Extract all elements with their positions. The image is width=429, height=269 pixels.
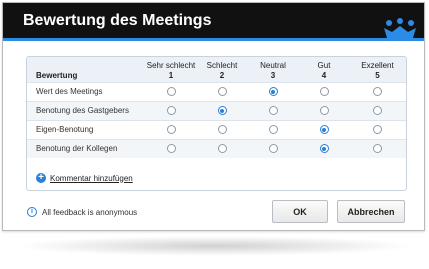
- rating-radio-5[interactable]: [373, 125, 382, 135]
- rating-cell: [349, 82, 406, 101]
- rating-cell: [299, 139, 349, 158]
- row-label: Benotung der Kollegen: [36, 144, 118, 154]
- add-comment-link[interactable]: + Kommentar hinzufügen: [36, 172, 133, 184]
- rating-cell: [299, 101, 349, 120]
- add-comment-label[interactable]: Kommentar hinzufügen: [50, 174, 133, 183]
- rating-cell: [349, 139, 406, 158]
- rating-radio-2[interactable]: [217, 144, 227, 154]
- rating-dialog: Bewertung des Meetings Bewertung Sehr sc…: [2, 2, 425, 231]
- table-row: Benotung des Gastgebers: [27, 101, 406, 120]
- anonymous-note: i All feedback is anonymous: [27, 207, 137, 217]
- rating-cell: [299, 120, 349, 139]
- rating-radio-3[interactable]: [268, 87, 278, 97]
- anonymous-note-text: All feedback is anonymous: [42, 207, 138, 217]
- rating-cell: [197, 120, 247, 139]
- column-header-3: Neutral 3: [260, 60, 286, 80]
- column-header-5: Exzellent 5: [361, 60, 394, 80]
- rating-cell: [145, 82, 197, 101]
- rating-cell: [349, 120, 406, 139]
- column-header-1: Sehr schlecht 1: [146, 60, 196, 80]
- rating-radio-4[interactable]: [319, 125, 329, 135]
- row-label: Wert des Meetings: [36, 87, 103, 96]
- rating-radio-5[interactable]: [373, 87, 382, 97]
- title-bar: Bewertung des Meetings: [3, 3, 424, 41]
- rating-cell: [145, 120, 197, 139]
- table-row: Wert des Meetings: [27, 82, 406, 101]
- rating-radio-5[interactable]: [373, 106, 382, 116]
- rating-radio-1[interactable]: [166, 125, 176, 135]
- rating-radio-3[interactable]: [268, 125, 278, 135]
- row-label: Eigen-Benotung: [36, 125, 94, 134]
- rating-radio-5[interactable]: [373, 144, 382, 154]
- table-row: Eigen-Benotung: [27, 120, 406, 139]
- rating-table: Bewertung Sehr schlecht 1 Schlecht 2 Neutr…: [27, 57, 406, 158]
- column-header-4: Gut 4: [317, 60, 331, 80]
- rating-radio-1[interactable]: [166, 144, 176, 154]
- rating-cell: [197, 82, 247, 101]
- rating-cell: [197, 139, 247, 158]
- dialog-title: Bewertung des Meetings: [23, 12, 212, 29]
- crown-people-logo-icon: [384, 18, 416, 38]
- table-row: Benotung der Kollegen: [27, 139, 406, 158]
- rating-cell: [247, 120, 299, 139]
- column-header-rating: Bewertung: [36, 70, 78, 80]
- rating-radio-1[interactable]: [166, 87, 176, 97]
- rating-cell: [349, 101, 406, 120]
- ok-button[interactable]: OK: [272, 200, 328, 223]
- rating-radio-3[interactable]: [268, 144, 278, 154]
- cancel-button[interactable]: Abbrechen: [337, 200, 405, 223]
- rating-cell: [247, 139, 299, 158]
- dialog-shadow: [14, 236, 414, 256]
- rating-radio-4[interactable]: [319, 144, 329, 154]
- info-icon: i: [27, 207, 37, 217]
- rating-radio-1[interactable]: [166, 106, 176, 116]
- row-label: Benotung des Gastgebers: [36, 106, 129, 115]
- table-header-row: Bewertung Sehr schlecht 1 Schlecht 2 Neutr…: [27, 57, 406, 82]
- column-header-2: Schlecht 2: [206, 60, 238, 80]
- rating-radio-3[interactable]: [268, 106, 278, 116]
- rating-cell: [145, 139, 197, 158]
- rating-panel: Bewertung Sehr schlecht 1 Schlecht 2 Neutr…: [26, 56, 407, 191]
- rating-cell: [299, 82, 349, 101]
- rating-radio-4[interactable]: [319, 87, 329, 97]
- rating-cell: [145, 101, 197, 120]
- rating-radio-2[interactable]: [217, 106, 227, 116]
- plus-circle-icon: +: [36, 173, 46, 183]
- rating-cell: [247, 82, 299, 101]
- rating-radio-2[interactable]: [217, 125, 227, 135]
- rating-cell: [247, 101, 299, 120]
- rating-radio-4[interactable]: [319, 106, 329, 116]
- rating-cell: [197, 101, 247, 120]
- rating-radio-2[interactable]: [217, 87, 227, 97]
